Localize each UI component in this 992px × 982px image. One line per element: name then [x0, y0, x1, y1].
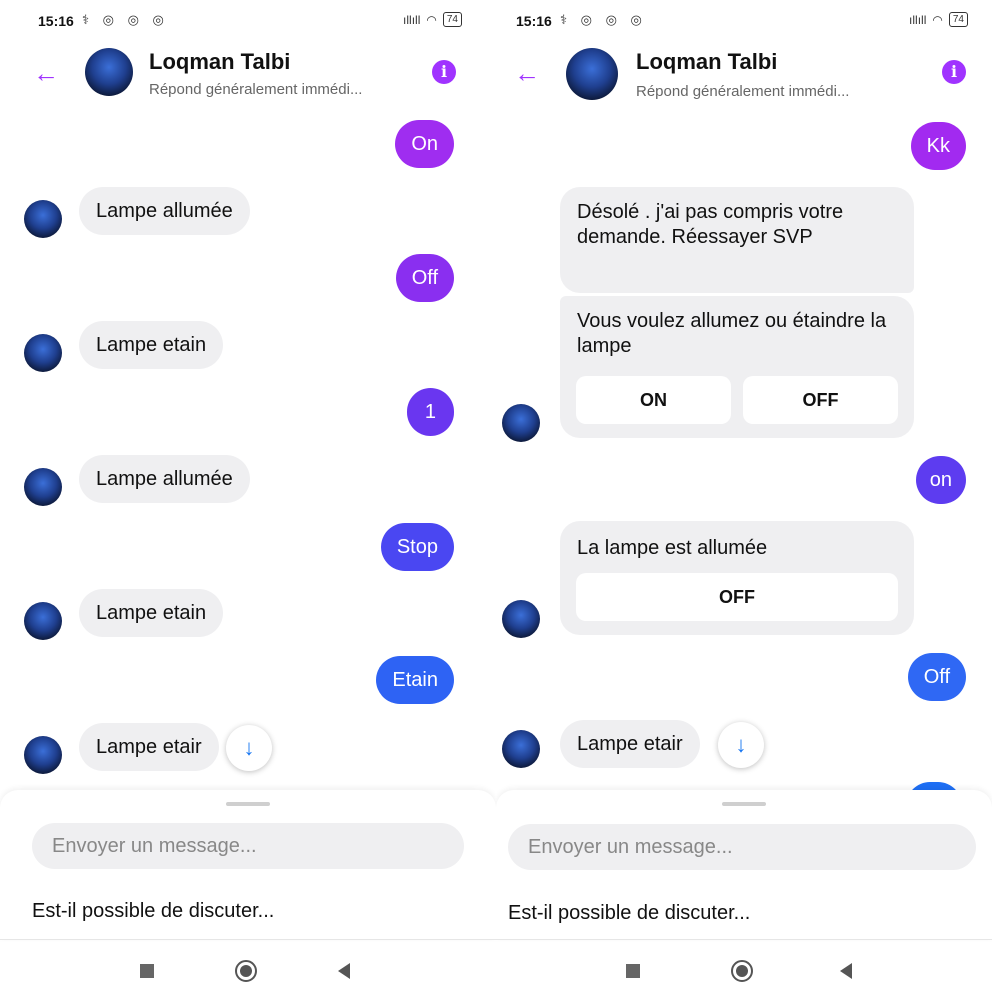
- chat-header: ← Loqman Talbi Répond généralement imméd…: [496, 36, 992, 118]
- scroll-down-icon[interactable]: ↓: [226, 725, 272, 771]
- back-icon[interactable]: [840, 963, 852, 979]
- signal-icon: ıllıll: [909, 12, 927, 27]
- status-bar: 15:16 ⚕ ◎ ◎ ◎ ıllıll ◠ 74: [496, 0, 992, 36]
- contact-avatar[interactable]: [566, 48, 618, 100]
- message-list[interactable]: On Lampe allumée Off Lampe etain 1 Lampe…: [0, 118, 496, 794]
- off-button[interactable]: OFF: [743, 376, 898, 424]
- system-nav-bar: [0, 940, 496, 982]
- signal-icon: ıllıll: [403, 12, 421, 27]
- message-incoming[interactable]: Lampe etain: [79, 321, 224, 369]
- status-right: ıllıll ◠ 74: [403, 12, 462, 27]
- status-right: ıllıll ◠ 74: [909, 12, 968, 27]
- quick-reply-card: La lampe est allumée OFF: [560, 521, 914, 635]
- status-time: 15:16: [516, 13, 552, 29]
- home-icon[interactable]: [731, 960, 753, 982]
- message-incoming[interactable]: Lampe allumée: [79, 455, 250, 503]
- home-icon[interactable]: [235, 960, 257, 982]
- message-outgoing[interactable]: Kk: [910, 122, 966, 170]
- contact-name[interactable]: Loqman Talbi: [636, 49, 777, 75]
- status-time: 15:16: [38, 13, 74, 29]
- left-screenshot: 15:16 ⚕ ◎ ◎ ◎ ıllıll ◠ 74 ← Loqman Talbi…: [0, 0, 496, 982]
- status-bar: 15:16 ⚕ ◎ ◎ ◎ ıllıll ◠ 74: [0, 0, 496, 36]
- right-screenshot: 15:16 ⚕ ◎ ◎ ◎ ıllıll ◠ 74 ← Loqman Talbi…: [496, 0, 992, 982]
- contact-avatar[interactable]: [85, 48, 133, 96]
- contact-status: Répond généralement immédi...: [149, 81, 363, 98]
- sender-avatar[interactable]: [502, 404, 540, 442]
- message-outgoing[interactable]: Off: [907, 653, 966, 701]
- sender-avatar[interactable]: [24, 334, 62, 372]
- back-icon[interactable]: [338, 963, 350, 979]
- scroll-down-icon[interactable]: ↓: [718, 722, 764, 768]
- contact-status: Répond généralement immédi...: [636, 83, 850, 100]
- recents-icon[interactable]: [626, 964, 640, 978]
- card-text: Vous voulez allumez ou étaindre la lampe: [577, 310, 887, 357]
- sender-avatar[interactable]: [24, 468, 62, 506]
- back-arrow-icon[interactable]: ←: [514, 60, 540, 86]
- message-outgoing[interactable]: On: [395, 120, 454, 168]
- message-outgoing[interactable]: 1: [406, 388, 454, 436]
- message-incoming[interactable]: Lampe etair: [560, 720, 700, 768]
- notification-icons: ⚕ ◎ ◎ ◎: [560, 12, 647, 27]
- sender-avatar[interactable]: [502, 730, 540, 768]
- message-incoming[interactable]: Lampe etain: [79, 589, 224, 637]
- back-arrow-icon[interactable]: ←: [33, 60, 59, 86]
- message-outgoing[interactable]: Stop: [380, 523, 454, 571]
- sender-avatar[interactable]: [24, 200, 62, 238]
- composer: Est-il possible de discuter...: [496, 790, 992, 940]
- drag-handle[interactable]: [226, 802, 270, 806]
- sender-avatar[interactable]: [24, 736, 62, 774]
- suggested-reply[interactable]: Est-il possible de discuter...: [508, 902, 750, 925]
- notification-icons: ⚕ ◎ ◎ ◎: [82, 12, 169, 27]
- on-button[interactable]: ON: [576, 376, 731, 424]
- battery-icon: 74: [442, 12, 462, 27]
- message-input[interactable]: [32, 823, 464, 869]
- system-nav-bar: [496, 940, 992, 982]
- quick-reply-card: Vous voulez allumez ou étaindre la lampe…: [560, 296, 914, 438]
- battery-icon: 74: [948, 12, 968, 27]
- message-incoming[interactable]: Désolé . j'ai pas compris votre demande.…: [560, 187, 914, 293]
- message-outgoing[interactable]: Etain: [376, 656, 454, 704]
- sender-avatar[interactable]: [502, 600, 540, 638]
- message-list[interactable]: Kk Désolé . j'ai pas compris votre deman…: [496, 118, 992, 806]
- message-incoming[interactable]: Lampe allumée: [79, 187, 250, 235]
- composer: Est-il possible de discuter...: [0, 790, 496, 940]
- suggested-reply[interactable]: Est-il possible de discuter...: [32, 900, 274, 923]
- message-input[interactable]: [508, 824, 976, 870]
- info-icon[interactable]: i: [432, 60, 456, 84]
- chat-header: ← Loqman Talbi Répond généralement imméd…: [0, 36, 496, 118]
- sender-avatar[interactable]: [24, 602, 62, 640]
- wifi-icon: ◠: [426, 12, 437, 27]
- message-incoming[interactable]: Lampe etair: [79, 723, 219, 771]
- info-icon[interactable]: i: [942, 60, 966, 84]
- message-outgoing[interactable]: on: [915, 456, 966, 504]
- off-button[interactable]: OFF: [576, 573, 898, 621]
- recents-icon[interactable]: [140, 964, 154, 978]
- drag-handle[interactable]: [722, 802, 766, 806]
- wifi-icon: ◠: [932, 12, 943, 27]
- message-outgoing[interactable]: Off: [395, 254, 454, 302]
- contact-name[interactable]: Loqman Talbi: [149, 49, 290, 75]
- card-text: La lampe est allumée: [577, 537, 768, 559]
